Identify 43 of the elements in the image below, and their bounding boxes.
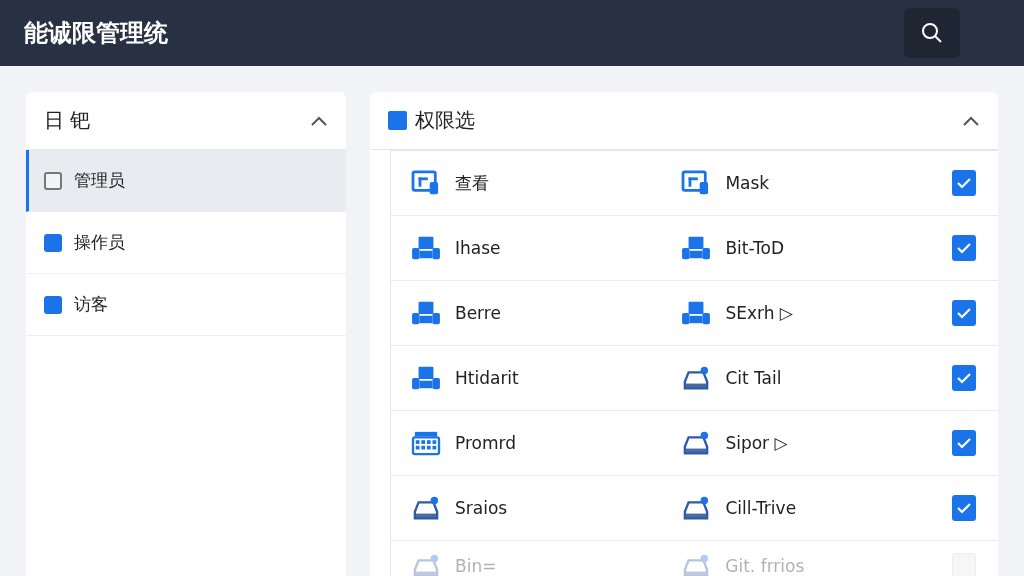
- panel-title: 权限选: [415, 107, 475, 134]
- checkbox[interactable]: [44, 295, 62, 314]
- role-item[interactable]: 操作员: [26, 212, 346, 274]
- permission-label: Htidarit: [455, 368, 519, 388]
- permission-label: Git. frrios: [725, 556, 805, 576]
- chevron-icon[interactable]: [310, 114, 328, 127]
- search-button[interactable]: [904, 8, 960, 58]
- permission-label: 查看: [455, 171, 489, 195]
- check-icon: [955, 306, 972, 320]
- check-icon: [955, 176, 972, 190]
- check-icon: [955, 436, 972, 450]
- role-label: 访客: [74, 293, 108, 316]
- app-title: 能诚限管理统: [24, 18, 168, 49]
- check-icon: [955, 241, 972, 255]
- panel-title: 日 钯: [44, 107, 91, 134]
- checkbox[interactable]: [44, 233, 62, 252]
- role-item[interactable]: 访客: [26, 274, 346, 336]
- chevron-icon[interactable]: [962, 114, 980, 127]
- checkbox[interactable]: [951, 300, 976, 326]
- permission-label: Cit Tail: [725, 368, 782, 388]
- permission-label: Berre: [455, 303, 501, 323]
- permission-label: SExrh ▷: [725, 303, 793, 323]
- permission-label: Mask: [725, 173, 770, 193]
- permission-label: Promrd: [455, 433, 516, 453]
- square-icon: [388, 111, 407, 130]
- permission-label: Ihase: [455, 238, 501, 258]
- permission-label: Sraios: [455, 498, 508, 518]
- checkbox[interactable]: [951, 235, 976, 261]
- checkbox[interactable]: [951, 170, 976, 196]
- check-icon: [955, 501, 972, 515]
- search-icon: [920, 21, 944, 45]
- permission-label: Cill-Trive: [725, 498, 797, 518]
- permission-label: Sipor ▷: [725, 433, 788, 453]
- checkbox[interactable]: [951, 430, 976, 456]
- checkbox[interactable]: [44, 171, 62, 190]
- checkbox[interactable]: [951, 495, 976, 521]
- permission-label: Bin=: [455, 556, 497, 576]
- check-icon: [955, 371, 972, 385]
- role-label: 管理员: [74, 169, 125, 192]
- role-item[interactable]: 管理员: [26, 150, 346, 212]
- checkbox[interactable]: [951, 365, 976, 391]
- permission-label: Bit-ToD: [725, 238, 784, 258]
- role-label: 操作员: [74, 231, 125, 254]
